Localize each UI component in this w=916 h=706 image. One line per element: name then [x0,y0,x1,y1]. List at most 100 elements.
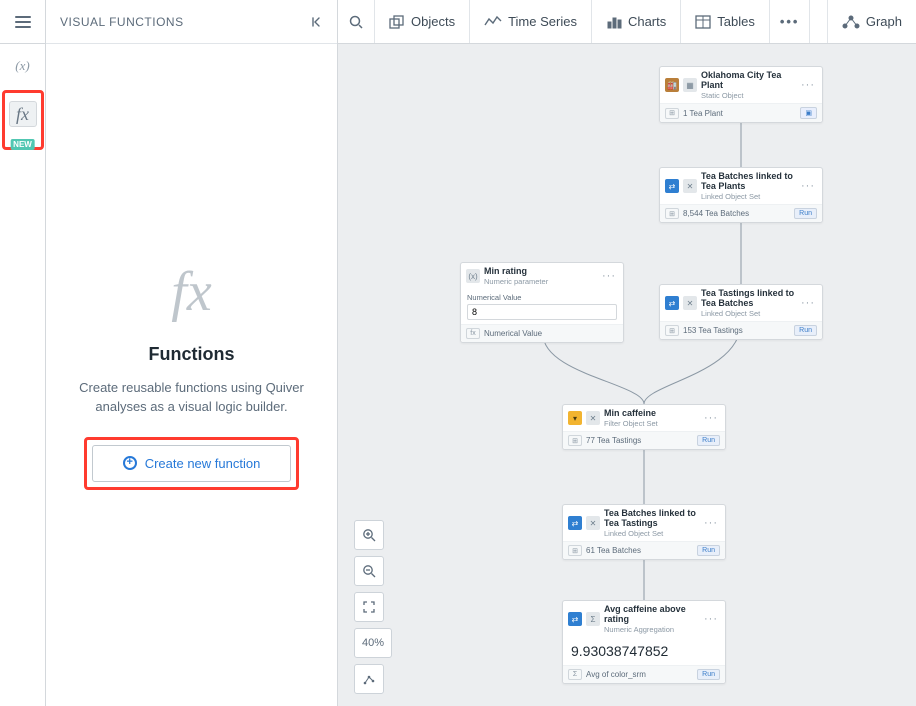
numeric-value-input[interactable] [467,304,617,320]
node-more-button[interactable]: ··· [799,297,817,309]
sidebar-panel: VISUAL FUNCTIONS fx Functions Create reu… [46,0,338,706]
node-run-button[interactable]: Run [697,435,720,446]
node-footer: Avg of color_srm [586,670,693,679]
param-icon: (x) [466,269,480,283]
node-aggregation[interactable]: ⇄ Σ Avg caffeine above rating Numeric Ag… [562,600,726,684]
toolbar-tables[interactable]: Tables [681,0,770,43]
collapse-icon [309,16,323,28]
toolbar-charts[interactable]: Charts [592,0,681,43]
search-button[interactable] [338,0,375,43]
toolbar-graph[interactable]: Graph [828,0,916,43]
toolbar-tables-label: Tables [717,14,755,29]
node-run-button[interactable]: Run [794,208,817,219]
fit-button[interactable] [354,592,384,622]
fit-icon [362,600,376,614]
node-count: 8,544 Tea Batches [683,209,790,218]
filter-icon: ▾ [568,411,582,425]
toolbar-time-series[interactable]: Time Series [470,0,592,43]
link-icon: ⇄ [568,516,582,530]
count-badge-icon: ⊞ [568,435,582,446]
more-icon: ••• [780,14,800,29]
node-title: Min caffeine [604,408,698,418]
object-sub-icon: Σ [586,612,600,626]
collapse-sidebar-button[interactable] [309,16,323,28]
object-sub-icon: ✕ [586,411,600,425]
toolbar-more[interactable]: ••• [770,0,811,43]
aggregation-value: 9.93038747852 [563,637,725,665]
rail-item-functions[interactable]: fx NEW [4,92,42,136]
count-badge-icon: ⊞ [665,108,679,119]
toolbar-charts-label: Charts [628,14,666,29]
node-subtitle: Linked Object Set [701,309,795,318]
zoom-out-button[interactable] [354,556,384,586]
node-count: 77 Tea Tastings [586,436,693,445]
toolbar-objects[interactable]: Objects [375,0,470,43]
node-title: Oklahoma City Tea Plant [701,70,795,90]
node-count: 1 Tea Plant [683,109,796,118]
node-title: Min rating [484,266,596,276]
sidebar-title: Functions [149,344,235,365]
node-title: Tea Batches linked to Tea Tastings [604,508,698,528]
node-run-button[interactable]: Run [697,545,720,556]
menu-button[interactable] [0,0,45,44]
graph-icon [842,15,860,29]
sidebar-description: Create reusable functions using Quiver a… [66,379,317,417]
plus-circle-icon [123,456,137,470]
plant-icon: 🏭 [665,78,679,92]
node-numeric-parameter[interactable]: (x) Min rating Numeric parameter ··· Num… [460,262,624,343]
sidebar-header-title: VISUAL FUNCTIONS [60,15,184,29]
objects-icon [389,15,405,29]
zoom-level[interactable]: 40% [354,628,392,658]
node-run-button[interactable]: Run [697,669,720,680]
main-area: Objects Time Series Charts Tables ••• Gr… [338,0,916,706]
search-icon [348,14,364,30]
node-linked-set[interactable]: ⇄ ✕ Tea Batches linked to Tea Tastings L… [562,504,726,560]
new-badge: NEW [10,139,35,150]
object-sub-icon: ✕ [683,179,697,193]
node-count: 61 Tea Batches [586,546,693,555]
variable-icon: (x) [15,58,29,74]
highlight-box [84,437,300,490]
node-more-button[interactable]: ··· [600,270,618,282]
toolbar-graph-label: Graph [866,14,902,29]
count-badge-icon: Σ [568,669,582,680]
count-badge-icon: ⊞ [665,325,679,336]
node-count: 153 Tea Tastings [683,326,790,335]
node-more-button[interactable]: ··· [799,180,817,192]
node-action-icon[interactable]: ▣ [800,107,817,119]
flow-canvas[interactable]: 🏭 ▦ Oklahoma City Tea Plant Static Objec… [338,44,916,706]
node-linked-set[interactable]: ⇄ ✕ Tea Tastings linked to Tea Batches L… [659,284,823,340]
node-more-button[interactable]: ··· [702,412,720,424]
rail-item-variable[interactable]: (x) [0,44,45,88]
timeseries-icon [484,15,502,29]
hamburger-icon [15,16,31,28]
link-icon: ⇄ [665,179,679,193]
node-subtitle: Static Object [701,91,795,100]
node-subtitle: Filter Object Set [604,419,698,428]
object-sub-icon: ▦ [683,78,697,92]
node-static-object[interactable]: 🏭 ▦ Oklahoma City Tea Plant Static Objec… [659,66,823,123]
node-more-button[interactable]: ··· [702,517,720,529]
node-filter[interactable]: ▾ ✕ Min caffeine Filter Object Set ··· ⊞… [562,404,726,450]
auto-layout-button[interactable] [354,664,384,694]
node-subtitle: Linked Object Set [701,192,795,201]
zoom-out-icon [362,564,376,578]
zoom-in-button[interactable] [354,520,384,550]
node-run-button[interactable]: Run [794,325,817,336]
sidebar-header: VISUAL FUNCTIONS [46,0,337,44]
link-icon: ⇄ [665,296,679,310]
charts-icon [606,15,622,29]
field-label: Numerical Value [467,293,617,302]
nav-rail: (x) fx NEW [0,0,46,706]
count-badge-icon: ⊞ [665,208,679,219]
fx-hero-icon: fx [171,260,211,324]
toolbar-objects-label: Objects [411,14,455,29]
node-more-button[interactable]: ··· [799,79,817,91]
node-linked-set[interactable]: ⇄ ✕ Tea Batches linked to Tea Plants Lin… [659,167,823,223]
node-subtitle: Linked Object Set [604,529,698,538]
zoom-in-icon [362,528,376,542]
node-title: Tea Batches linked to Tea Plants [701,171,795,191]
node-footer: Numerical Value [484,329,618,338]
node-more-button[interactable]: ··· [702,613,720,625]
scatter-icon [362,672,376,686]
